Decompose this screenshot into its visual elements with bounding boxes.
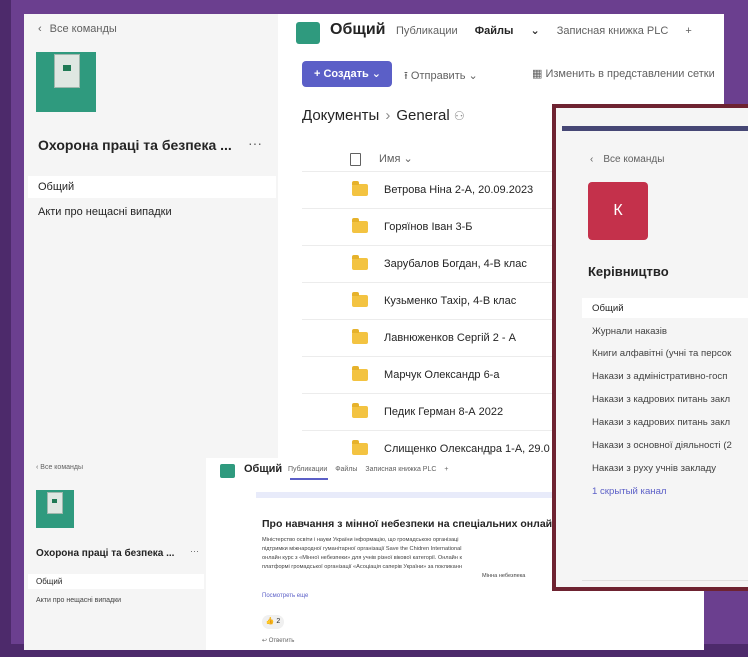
channel-tabs: Публикации Файлы ⌄ Записная книжка PLC + [396, 24, 706, 37]
post-body-line: платформі громадської організації «Асоці… [262, 564, 462, 570]
channel-team-icon [296, 22, 320, 44]
tab-notebook[interactable]: Записная книжка PLC [557, 25, 669, 37]
team-name: Охорона праці та безпека ... [36, 548, 175, 559]
door-image [47, 492, 63, 514]
tab-files[interactable]: Файлы ⌄ [475, 25, 540, 37]
members-icon: ⚇ [453, 109, 465, 123]
breadcrumb: Документы › General ⚇ [302, 107, 465, 124]
chevron-left-icon: ‹ [590, 154, 594, 165]
see-more-link[interactable]: Посмотреть еще [262, 593, 308, 599]
create-button[interactable]: + Создать ⌄ [302, 61, 392, 87]
door-sign [52, 499, 57, 503]
door-image [54, 54, 80, 88]
post-title: Про навчання з мінної небезпеки на спеці… [262, 518, 568, 530]
folder-name: Зарубалов Богдан, 4-В клас [384, 258, 527, 270]
overlay-frame: ‹ Все команды К Керівництво Общий Журнали… [552, 104, 748, 591]
upload-icon: ⭱ [404, 70, 408, 82]
channel-general[interactable]: Общий [592, 303, 624, 314]
tab-notebook[interactable]: Записная книжка PLC [365, 466, 436, 473]
folder-name: Горяїнов Іван 3-Б [384, 221, 473, 233]
breadcrumb-separator-icon: › [385, 107, 391, 124]
channel-title: Общий [330, 21, 386, 38]
channel-item[interactable]: Накази з основної діяльності (2 [592, 440, 732, 451]
tab-files[interactable]: Файлы [335, 466, 357, 473]
like-reaction[interactable]: 👍 2 [262, 615, 284, 629]
channel-tabs: Публикации Файлы Записная книжка PLC + [288, 466, 454, 473]
channel-item[interactable]: Накази з адміністративно-госп [592, 371, 727, 382]
hidden-channels-link[interactable]: 1 скрытый канал [592, 486, 667, 497]
folder-icon [352, 181, 368, 196]
team-avatar [36, 52, 96, 112]
back-to-teams-link[interactable]: ‹ Все команды [38, 23, 117, 35]
team-sidebar: ‹ Все команды Охорона праці та безпека ..… [24, 14, 278, 466]
channel-accident-acts[interactable]: Акти про нещасні випадки [38, 206, 172, 218]
channel-title: Общий [244, 463, 283, 475]
channel-item[interactable]: Накази з кадрових питань закл [592, 417, 730, 428]
folder-name: Лавнюженков Сергій 2 - А [384, 332, 516, 344]
edit-grid-view-button[interactable]: ▦ Изменить в представлении сетки [532, 67, 715, 80]
folder-name: Марчук Олександр 6-а [384, 369, 500, 381]
team-avatar: К [588, 182, 648, 240]
folder-name: Педик Герман 8-А 2022 [384, 406, 504, 418]
channel-general[interactable]: Общий [36, 577, 62, 586]
post-body-line: Міністерство освіти і науки України інфо… [262, 537, 459, 543]
breadcrumb-general[interactable]: General [396, 107, 449, 124]
folder-name: Ветрова Ніна 2-А, 20.09.2023 [384, 184, 534, 196]
active-tab-indicator [290, 478, 328, 480]
more-options-icon[interactable]: ··· [190, 546, 199, 556]
top-accent-bar [562, 126, 748, 131]
slide-left-edge [0, 0, 11, 657]
tab-posts[interactable]: Публикации [396, 25, 458, 37]
door-sign [63, 65, 71, 71]
column-header[interactable]: Имя ⌄ [350, 152, 413, 166]
post-body-line: підтримки міжнародної гуманітарної орган… [262, 546, 462, 552]
folder-icon [352, 218, 368, 233]
channel-item[interactable]: Журнали наказів [592, 326, 667, 337]
grid-icon: ▦ [532, 68, 543, 80]
channel-accident-acts[interactable]: Акти про нещасні випадки [36, 597, 121, 604]
reply-button[interactable]: ↩ Ответить [262, 637, 294, 644]
folder-icon [352, 329, 368, 344]
team-name: Керівництво [588, 264, 669, 279]
post-body-line: онлайн курс з «Мінної небезпеки» для учн… [262, 555, 462, 561]
folder-icon [352, 292, 368, 307]
file-type-icon [350, 152, 361, 166]
channel-item[interactable]: Книги алфавітні (учні та персок [592, 348, 731, 359]
more-options-icon[interactable]: ··· [248, 135, 262, 151]
breadcrumb-documents[interactable]: Документы [302, 107, 379, 124]
add-tab-icon[interactable]: + [444, 466, 448, 473]
folder-name: Слищенко Олександра 1-А, 29.0 [384, 443, 550, 455]
chevron-left-icon: ‹ [38, 23, 42, 35]
back-to-teams-link[interactable]: ‹ Все команды [36, 464, 83, 471]
team-sidebar: ‹ Все команды Охорона праці та безпека .… [24, 458, 206, 650]
channel-item[interactable]: Накази з руху учнів закладу [592, 463, 716, 474]
teams-management-screenshot: ‹ Все команды К Керівництво Общий Журнали… [556, 108, 748, 587]
post-body-line: Мінна небезпека [482, 573, 526, 579]
tab-posts[interactable]: Публикации [288, 466, 327, 473]
post-body: Міністерство освіти і науки України інфо… [262, 536, 525, 581]
team-avatar [36, 490, 74, 528]
channel-team-icon [220, 464, 235, 478]
folder-icon [352, 440, 368, 455]
folder-icon [352, 403, 368, 418]
send-button[interactable]: ⭱ Отправить ⌄ [404, 67, 478, 86]
folder-name: Кузьменко Тахір, 4-В клас [384, 295, 517, 307]
divider [582, 580, 748, 581]
folder-icon [352, 255, 368, 270]
team-name: Охорона праці та безпека ... [38, 137, 232, 153]
back-to-teams-link[interactable]: ‹ Все команды [590, 154, 664, 165]
channel-item[interactable]: Накази з кадрових питань закл [592, 394, 730, 405]
add-tab-icon[interactable]: + [685, 25, 691, 37]
folder-icon [352, 366, 368, 381]
channel-general[interactable]: Общий [38, 181, 74, 193]
